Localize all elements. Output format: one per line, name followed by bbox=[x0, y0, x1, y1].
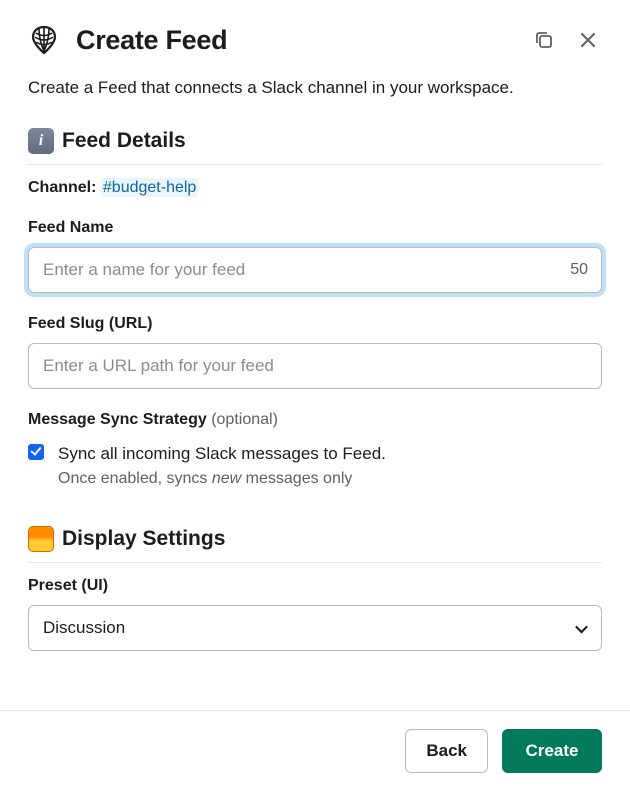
char-count: 50 bbox=[570, 261, 588, 279]
sunrise-icon bbox=[28, 526, 54, 552]
section-title: Feed Details bbox=[62, 129, 186, 153]
channel-label: Channel bbox=[28, 179, 91, 196]
optional-tag: (optional) bbox=[211, 411, 278, 428]
feed-slug-label: Feed Slug (URL) bbox=[28, 315, 602, 333]
channel-link[interactable]: #budget-help bbox=[101, 178, 198, 197]
section-feed-details: i Feed Details bbox=[28, 128, 602, 165]
new-window-icon bbox=[534, 30, 554, 50]
sync-checkbox[interactable] bbox=[28, 444, 44, 460]
close-button[interactable] bbox=[574, 26, 602, 54]
feed-slug-input[interactable] bbox=[28, 343, 602, 389]
dialog-title: Create Feed bbox=[76, 25, 530, 56]
preset-label: Preset (UI) bbox=[28, 577, 602, 595]
sync-checkbox-subtext: Once enabled, syncs new messages only bbox=[58, 467, 386, 492]
intro-text: Create a Feed that connects a Slack chan… bbox=[28, 76, 602, 100]
preset-select[interactable]: Discussion bbox=[28, 605, 602, 651]
open-new-window-button[interactable] bbox=[530, 26, 558, 54]
channel-row: Channel: #budget-help bbox=[28, 179, 602, 197]
section-display-settings: Display Settings bbox=[28, 526, 602, 563]
sync-label: Message Sync Strategy (optional) bbox=[28, 411, 602, 429]
app-logo bbox=[28, 24, 60, 56]
feed-name-input[interactable] bbox=[28, 247, 602, 293]
feed-name-label: Feed Name bbox=[28, 219, 602, 237]
section-title: Display Settings bbox=[62, 527, 225, 551]
close-icon bbox=[578, 30, 598, 50]
sync-checkbox-label: Sync all incoming Slack messages to Feed… bbox=[58, 441, 386, 467]
info-icon: i bbox=[28, 128, 54, 154]
create-button[interactable]: Create bbox=[502, 729, 602, 773]
back-button[interactable]: Back bbox=[405, 729, 488, 773]
